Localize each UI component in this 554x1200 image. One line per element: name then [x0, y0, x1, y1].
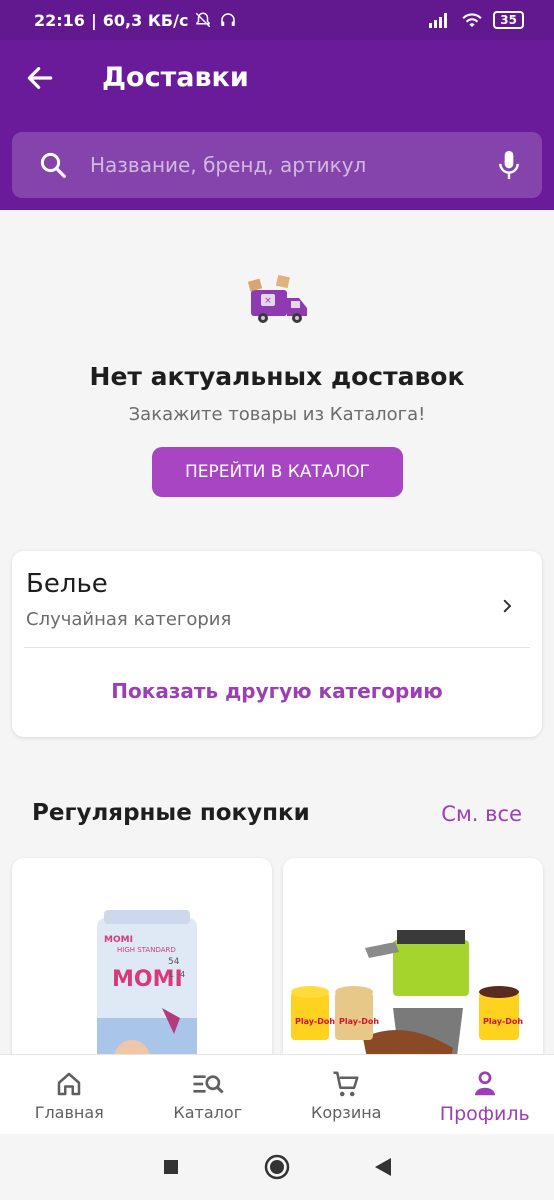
random-category-card: Белье Случайная категория Показать другу…	[12, 551, 542, 737]
card-divider	[24, 647, 530, 648]
delivery-truck-icon: ×	[247, 274, 307, 323]
nav-label-profile: Профиль	[439, 1103, 530, 1125]
headphones-icon	[221, 13, 236, 26]
status-time: 22:16	[34, 10, 85, 30]
home-icon	[58, 1072, 81, 1096]
microphone-icon[interactable]	[496, 148, 522, 182]
search-bar[interactable]	[12, 132, 542, 198]
catalog-search-icon	[193, 1075, 224, 1094]
chevron-right-icon[interactable]	[498, 595, 516, 617]
svg-text:×: ×	[264, 296, 272, 306]
search-input[interactable]	[90, 132, 480, 198]
product-size: L	[169, 970, 174, 979]
product-tag: HIGH STANDARD	[117, 946, 176, 954]
wifi-icon	[462, 13, 482, 28]
cart-icon	[333, 1071, 359, 1097]
empty-state-title: Нет актуальных доставок	[89, 362, 465, 391]
product-brand-3: Play-Doh	[483, 1017, 523, 1026]
recent-apps-icon[interactable]	[161, 1157, 181, 1177]
nav-label-cart: Корзина	[311, 1103, 382, 1122]
diapers-pack-image: HIGH STANDARD MOMI 54 L 4 MOMI	[97, 910, 197, 1078]
product-card[interactable]: Play-Doh Play-Doh Play-Doh	[283, 858, 543, 1078]
product-brand: Play-Doh	[295, 1017, 335, 1026]
show-other-category-link[interactable]: Показать другую категорию	[12, 679, 542, 703]
nav-item-catalog[interactable]: Каталог	[139, 1055, 278, 1134]
product-card[interactable]: HIGH STANDARD MOMI 54 L 4 MOMI	[12, 858, 272, 1078]
status-bar: 22:16 | 60,3 КБ/с 35	[0, 0, 554, 40]
system-navigation-bar	[0, 1134, 554, 1200]
signal-icon	[429, 13, 448, 28]
search-icon	[40, 152, 66, 178]
category-title[interactable]: Белье	[26, 569, 108, 599]
product-brand-top: MOMI	[104, 935, 133, 945]
product-brand-2: Play-Doh	[339, 1017, 379, 1026]
back-triangle-icon[interactable]	[373, 1156, 393, 1178]
nav-item-home[interactable]: Главная	[0, 1055, 139, 1134]
page-title: Доставки	[102, 62, 249, 93]
regular-purchases-title: Регулярные покупки	[32, 800, 310, 826]
product-count: 54	[168, 957, 180, 967]
nav-item-cart[interactable]: Корзина	[277, 1055, 416, 1134]
app-bar: Доставки	[0, 40, 554, 210]
nav-label-home: Главная	[34, 1103, 104, 1122]
nav-label-catalog: Каталог	[173, 1103, 243, 1122]
status-left: 22:16 | 60,3 КБ/с	[34, 11, 238, 30]
go-to-catalog-button[interactable]: ПЕРЕЙТИ В КАТАЛОГ	[152, 447, 403, 497]
category-subtitle: Случайная категория	[26, 609, 232, 630]
status-right: 35	[429, 11, 524, 29]
empty-state-subtitle: Закажите товары из Каталога!	[128, 404, 426, 425]
bottom-navigation: Главная Каталог Корзина Профиль	[0, 1054, 554, 1134]
play-doh-set-image: Play-Doh Play-Doh Play-Doh	[291, 930, 523, 1078]
status-separator: |	[90, 10, 97, 30]
see-all-link[interactable]: См. все	[441, 802, 522, 826]
muted-bell-icon	[196, 12, 211, 28]
product-size-num: 4	[180, 970, 185, 979]
status-speed: 60,3 КБ/с	[102, 10, 189, 30]
home-circle-icon[interactable]	[263, 1153, 291, 1181]
back-arrow-icon[interactable]	[24, 62, 56, 94]
nav-item-profile[interactable]: Профиль	[416, 1055, 554, 1134]
profile-icon	[474, 1071, 495, 1096]
battery-indicator: 35	[493, 11, 524, 29]
